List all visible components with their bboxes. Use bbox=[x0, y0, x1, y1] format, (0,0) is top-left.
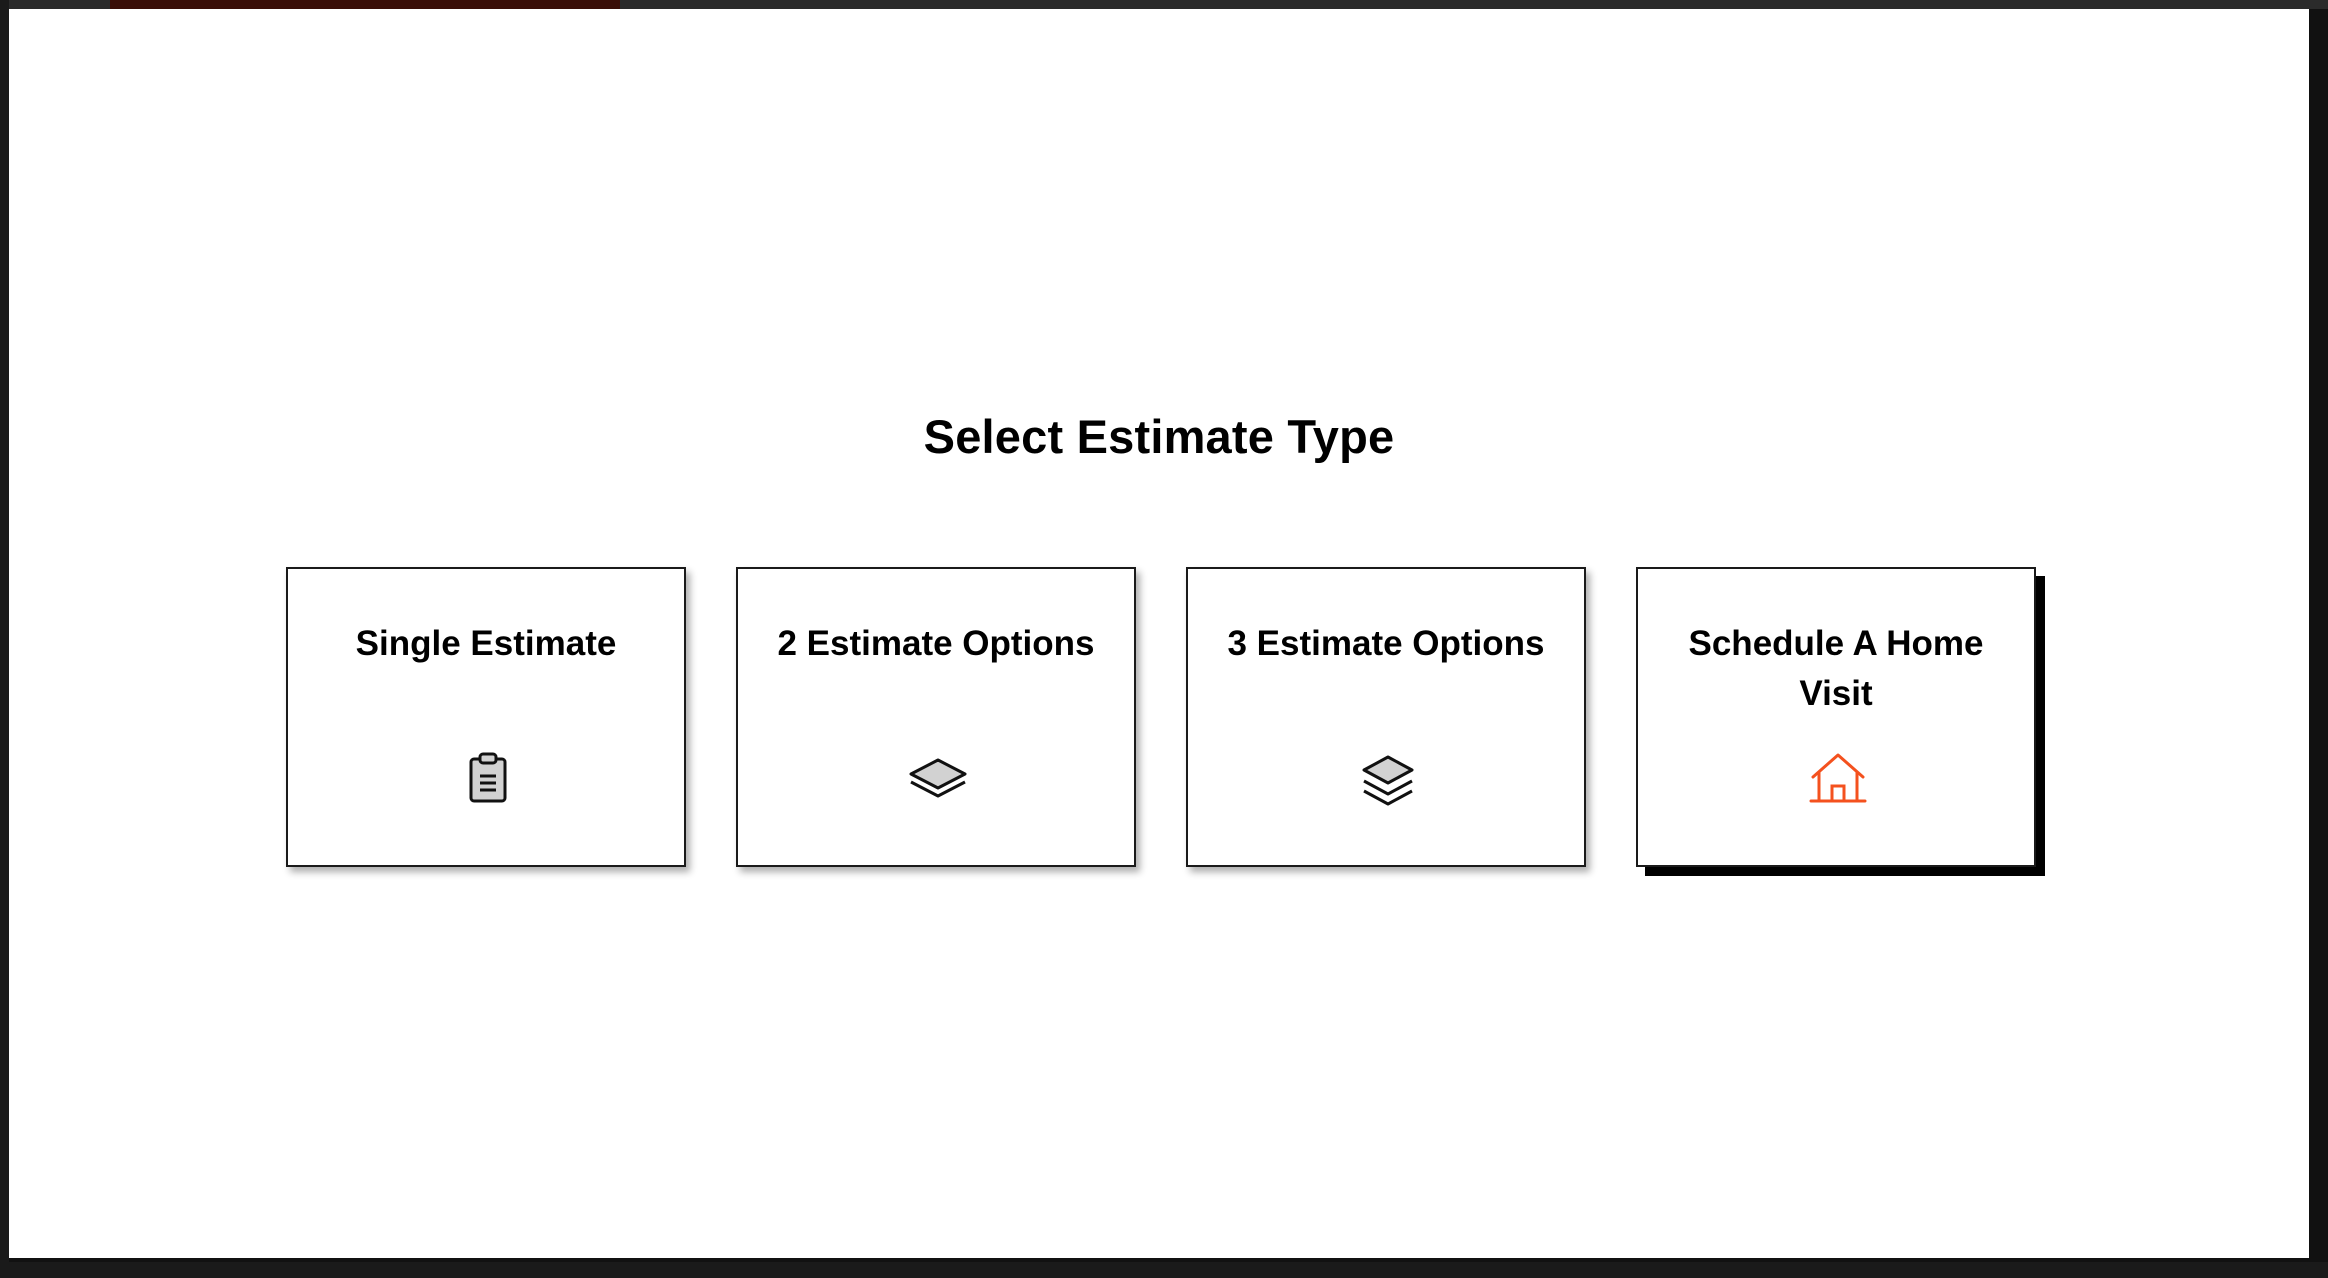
option-card-single-estimate[interactable]: Single Estimate bbox=[286, 567, 686, 867]
option-card-2-estimate-options[interactable]: 2 Estimate Options bbox=[736, 567, 1136, 867]
home-icon bbox=[1808, 749, 1868, 809]
option-label: Single Estimate bbox=[355, 624, 617, 663]
layers-three-icon bbox=[1358, 749, 1418, 809]
option-label: Schedule A Home Visit bbox=[1688, 624, 1984, 713]
clipboard-icon bbox=[458, 749, 518, 809]
background-tint bbox=[110, 0, 620, 9]
estimate-type-modal: Select Estimate Type Single Estimate 2 E… bbox=[9, 9, 2309, 1258]
backdrop-left bbox=[0, 0, 9, 1278]
option-card-3-estimate-options[interactable]: 3 Estimate Options bbox=[1186, 567, 1586, 867]
modal-title: Select Estimate Type bbox=[923, 410, 1395, 463]
layers-two-icon bbox=[908, 749, 968, 809]
option-label: 3 Estimate Options bbox=[1227, 624, 1545, 663]
backdrop-bottom bbox=[0, 1262, 2328, 1278]
window-top-bar bbox=[0, 0, 2328, 9]
option-card-schedule-home-visit[interactable]: Schedule A Home Visit bbox=[1636, 567, 2036, 867]
option-label: 2 Estimate Options bbox=[777, 624, 1095, 663]
